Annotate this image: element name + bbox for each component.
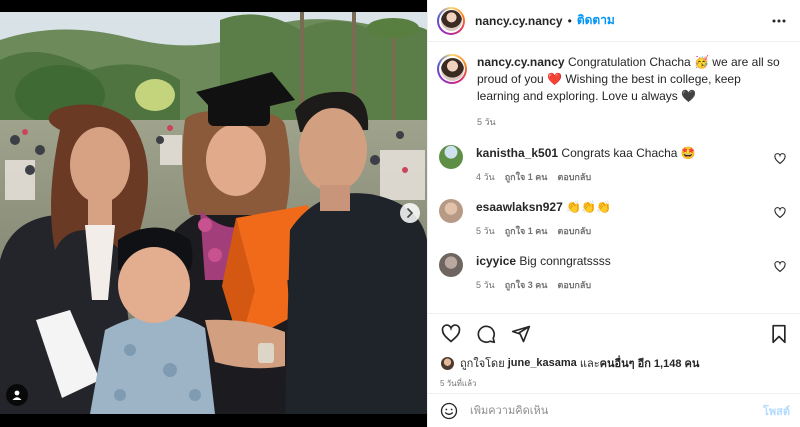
comment-text: 👏👏👏 — [566, 200, 611, 214]
chevron-right-icon — [407, 208, 414, 218]
more-options-button[interactable] — [770, 12, 788, 30]
post-actions-bar — [428, 313, 800, 353]
likes-prefix: ถูกใจโดย — [460, 358, 505, 370]
comments-section[interactable]: nancy.cy.nancy Congratulation Chacha 🥳 w… — [428, 42, 800, 313]
comment-likes[interactable]: ถูกใจ 1 คน — [505, 223, 548, 239]
commenter-avatar[interactable] — [439, 253, 463, 277]
share-icon — [511, 325, 531, 342]
comment-item: icyyice Big conngratssss 5 วัน ถูกใจ 3 ค… — [437, 253, 786, 293]
bookmark-icon — [772, 324, 786, 343]
comment-text: Congrats kaa Chacha 🤩 — [561, 146, 696, 160]
liker-username[interactable]: june_kasama — [508, 357, 577, 369]
comment-likes[interactable]: ถูกใจ 3 คน — [505, 277, 548, 293]
caption-username[interactable]: nancy.cy.nancy — [477, 55, 565, 69]
tagged-users-button[interactable] — [6, 384, 28, 406]
instagram-post-window: nancy.cy.nancy • ติดตาม nancy.cy.nancy C… — [0, 0, 800, 427]
add-comment-bar: โพสต์ — [428, 393, 800, 427]
comment-heart-icon[interactable] — [774, 261, 786, 273]
header-separator: • — [567, 13, 572, 28]
share-button[interactable] — [510, 323, 532, 345]
comment-reply-button[interactable]: ตอบกลับ — [557, 277, 591, 293]
caption-time[interactable]: 5 วัน — [477, 114, 786, 131]
comment-text: Big conngratssss — [519, 254, 611, 268]
comment-username[interactable]: esaawlaksn927 — [476, 200, 563, 214]
comment-reply-button[interactable]: ตอบกลับ — [557, 169, 591, 185]
comment-heart-icon[interactable] — [774, 153, 786, 165]
heart-icon — [441, 323, 461, 343]
post-details-panel: nancy.cy.nancy • ติดตาม nancy.cy.nancy C… — [427, 0, 800, 427]
comment-item: esaawlaksn927 👏👏👏 5 วัน ถูกใจ 1 คน ตอบกล… — [437, 199, 786, 239]
likes-summary: ถูกใจโดย june_kasama และ คนอื่นๆ อีก 1,1… — [428, 353, 800, 373]
commenter-avatar[interactable] — [439, 199, 463, 223]
user-tag-icon — [12, 390, 22, 400]
comment-button[interactable] — [475, 323, 497, 345]
next-photo-button[interactable] — [400, 203, 420, 223]
likes-middle: และ — [579, 358, 600, 370]
comment-username[interactable]: icyyice — [476, 254, 516, 268]
follow-button[interactable]: ติดตาม — [577, 11, 615, 30]
post-comment-button[interactable]: โพสต์ — [763, 402, 790, 420]
save-button[interactable] — [768, 323, 790, 345]
post-photo[interactable] — [0, 0, 427, 427]
post-timestamp[interactable]: 5 วันที่แล้ว — [428, 373, 800, 393]
comment-item: kanistha_k501 Congrats kaa Chacha 🤩 4 วั… — [437, 145, 786, 185]
comment-likes[interactable]: ถูกใจ 1 คน — [505, 169, 548, 185]
more-options-icon — [772, 19, 786, 22]
comment-username[interactable]: kanistha_k501 — [476, 146, 558, 160]
commenter-avatar[interactable] — [439, 145, 463, 169]
post-header: nancy.cy.nancy • ติดตาม — [428, 0, 800, 42]
comment-icon — [477, 325, 496, 343]
graduation-photo — [0, 0, 427, 427]
author-username[interactable]: nancy.cy.nancy — [475, 14, 563, 28]
comment-heart-icon[interactable] — [774, 207, 786, 219]
post-caption: nancy.cy.nancy Congratulation Chacha 🥳 w… — [437, 54, 786, 131]
add-comment-input[interactable] — [470, 404, 763, 417]
caption-avatar[interactable] — [437, 54, 467, 84]
likes-others[interactable]: คนอื่นๆ อีก 1,148 คน — [600, 354, 700, 372]
comment-time[interactable]: 5 วัน — [476, 277, 495, 293]
comment-time[interactable]: 5 วัน — [476, 223, 495, 239]
emoji-icon[interactable] — [440, 402, 458, 420]
author-avatar[interactable] — [437, 6, 465, 35]
like-button[interactable] — [440, 323, 462, 345]
liker-avatar[interactable] — [440, 355, 455, 371]
comment-time[interactable]: 4 วัน — [476, 169, 495, 185]
comment-reply-button[interactable]: ตอบกลับ — [557, 223, 591, 239]
